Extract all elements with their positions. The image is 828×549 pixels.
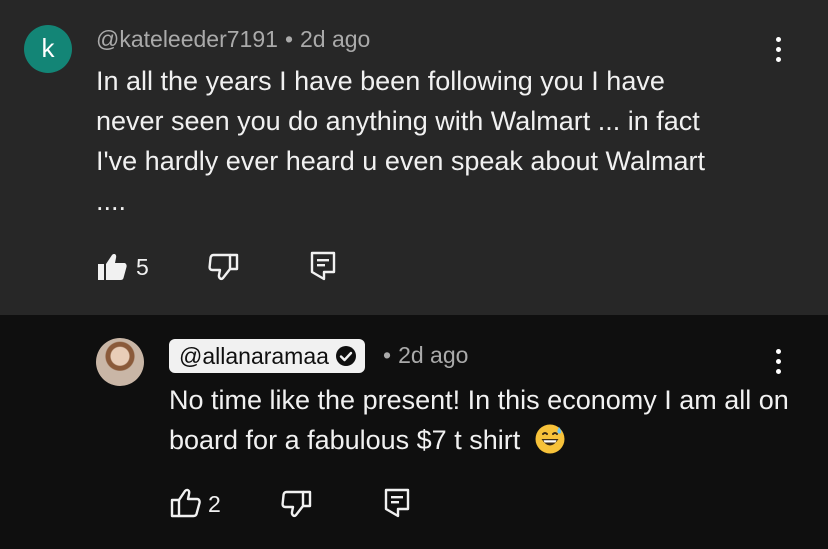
reply-text: No time like the present! In this econom… — [169, 385, 789, 455]
dislike-button[interactable] — [281, 489, 315, 521]
dislike-button[interactable] — [208, 252, 242, 284]
meta-separator: • — [284, 26, 293, 52]
like-button[interactable] — [96, 252, 130, 284]
verified-check-icon — [335, 346, 356, 366]
comment-meta: @kateleeder7191 • 2d ago — [96, 26, 370, 53]
reply-button[interactable] — [309, 250, 339, 284]
thumbs-down-icon — [208, 253, 239, 280]
comment-time[interactable]: 2d ago — [300, 26, 370, 52]
like-button[interactable] — [169, 488, 203, 520]
creator-handle-chip[interactable]: @allanaramaa — [169, 339, 365, 373]
reply-text-block: No time like the present! In this econom… — [169, 380, 789, 460]
more-vert-icon[interactable] — [769, 347, 789, 377]
reply-author: @allanaramaa — [179, 342, 329, 369]
thumbs-up-icon — [98, 254, 127, 280]
comment: k @kateleeder7191 • 2d ago In all the year… — [0, 0, 828, 315]
avatar[interactable] — [96, 338, 144, 386]
thumbs-up-icon — [170, 488, 201, 518]
reply-meta: • 2d ago — [383, 342, 468, 369]
comment-author[interactable]: @kateleeder7191 — [96, 26, 278, 52]
grinning-sweat-emoji — [535, 424, 565, 454]
like-count: 5 — [136, 254, 149, 280]
reply-icon — [310, 251, 336, 281]
meta-separator: • — [383, 342, 392, 368]
comment-text: In all the years I have been following y… — [96, 66, 705, 216]
avatar[interactable]: k — [24, 25, 72, 73]
reply-icon — [384, 488, 410, 518]
like-count: 2 — [208, 491, 221, 517]
reply-button[interactable] — [383, 487, 413, 521]
thumbs-down-icon — [281, 490, 312, 517]
reply-time[interactable]: 2d ago — [398, 342, 468, 368]
more-vert-icon[interactable] — [769, 35, 789, 65]
